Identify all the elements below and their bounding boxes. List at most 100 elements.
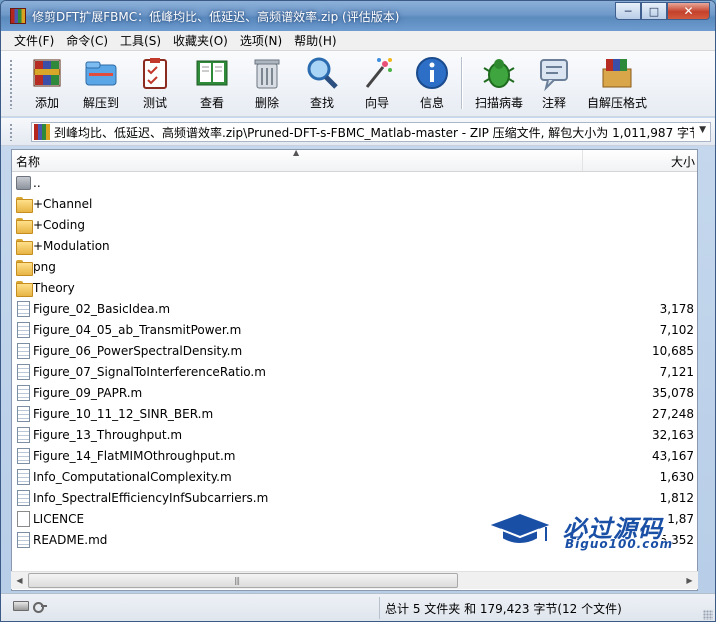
resize-grip[interactable]	[703, 610, 713, 620]
view-button[interactable]: 查看	[186, 55, 238, 113]
sort-ascending-icon: ▲	[293, 148, 300, 157]
file-name: Figure_04_05_ab_TransmitPower.m	[33, 323, 242, 337]
trash-icon	[249, 55, 285, 91]
file-name: Figure_02_BasicIdea.m	[33, 302, 171, 316]
text-file-icon	[17, 427, 30, 443]
status-summary: 总计 5 文件夹 和 179,423 字节(12 个文件)	[385, 602, 622, 616]
virus-scan-button[interactable]: 扫描病毒	[471, 55, 527, 113]
file-row[interactable]: Figure_09_PAPR.m 35,078	[12, 383, 697, 404]
file-row[interactable]: Figure_06_PowerSpectralDensity.m 10,685	[12, 341, 697, 362]
add-button[interactable]: 添加	[21, 55, 73, 113]
file-rows: .. +Channel +Coding +Modulation png Theory Fig…	[12, 173, 697, 551]
virus-scan-icon	[481, 55, 517, 91]
file-name: +Channel	[33, 197, 93, 211]
file-name: Info_SpectralEfficiencyInfSubcarriers.m	[33, 491, 269, 505]
file-size: 7,102	[659, 323, 694, 337]
status-bar: 总计 5 文件夹 和 179,423 字节(12 个文件)	[1, 593, 715, 621]
file-row[interactable]: Info_ComputationalComplexity.m 1,630	[12, 467, 697, 488]
menu-favorites[interactable]: 收藏夹(O)	[167, 32, 234, 49]
folder-icon	[16, 197, 33, 213]
toolbar-separator	[461, 57, 463, 109]
find-label: 查找	[309, 96, 334, 110]
file-row[interactable]: +Modulation	[12, 236, 697, 257]
extract-to-label: 解压到	[82, 96, 119, 110]
file-row[interactable]: Figure_13_Throughput.m 32,163	[12, 425, 697, 446]
file-row[interactable]: +Channel	[12, 194, 697, 215]
scroll-thumb-grip: |||	[234, 576, 240, 585]
address-path: 刭峰均比、低延迟、高频谱效率.zip\Pruned-DFT-s-FBMC_Mat…	[54, 125, 694, 140]
key-icon[interactable]	[33, 601, 47, 613]
sfx-button[interactable]: 自解压格式	[585, 55, 649, 113]
folder-icon	[16, 239, 33, 255]
file-name: Figure_07_SignalToInterferenceRatio.m	[33, 365, 266, 379]
drive-icon[interactable]	[13, 601, 29, 611]
column-name-header[interactable]: 名称 ▲	[12, 148, 583, 171]
test-icon	[137, 55, 173, 91]
test-button[interactable]: 测试	[129, 55, 181, 113]
file-name: Figure_09_PAPR.m	[33, 386, 143, 400]
text-file-icon	[17, 469, 30, 485]
menu-help[interactable]: 帮助(H)	[288, 32, 342, 49]
test-label: 测试	[142, 96, 167, 110]
file-name: Theory	[33, 281, 75, 295]
text-file-icon	[17, 343, 30, 359]
wizard-button[interactable]: 向导	[351, 55, 403, 113]
file-row[interactable]: ..	[12, 173, 697, 194]
file-name: README.md	[33, 533, 108, 547]
horizontal-scrollbar[interactable]: ◀ ||| ▶	[11, 571, 698, 589]
scroll-left-icon[interactable]: ◀	[11, 572, 28, 589]
file-name: Figure_14_FlatMIMOthroughput.m	[33, 449, 236, 463]
file-name: Figure_13_Throughput.m	[33, 428, 183, 442]
menu-tools[interactable]: 工具(S)	[114, 32, 167, 49]
file-row[interactable]: Figure_07_SignalToInterferenceRatio.m 7,1…	[12, 362, 697, 383]
file-row[interactable]: Figure_04_05_ab_TransmitPower.m 7,102	[12, 320, 697, 341]
wizard-label: 向导	[364, 96, 389, 110]
menu-file[interactable]: 文件(F)	[8, 32, 60, 49]
comment-button[interactable]: 注释	[528, 55, 580, 113]
address-dropdown-icon[interactable]: ▼	[699, 125, 706, 135]
minimize-button[interactable]: ─	[615, 2, 641, 20]
extract-to-button[interactable]: 解压到	[75, 55, 127, 113]
address-field[interactable]: 刭峰均比、低延迟、高频谱效率.zip\Pruned-DFT-s-FBMC_Mat…	[31, 122, 711, 142]
title-bar[interactable]: 修剪DFT扩展FBMC：低峰均比、低延迟、高频谱效率.zip (评估版本) ─ …	[1, 1, 715, 31]
folder-icon	[16, 281, 33, 297]
file-row[interactable]: Theory	[12, 278, 697, 299]
file-size: 3,178	[659, 302, 694, 316]
file-size: 7,121	[659, 365, 694, 379]
file-row[interactable]: png	[12, 257, 697, 278]
menu-commands[interactable]: 命令(C)	[60, 32, 114, 49]
scroll-right-icon[interactable]: ▶	[681, 572, 698, 589]
address-grip[interactable]	[9, 123, 13, 141]
file-row[interactable]: Figure_02_BasicIdea.m 3,178	[12, 299, 697, 320]
file-size: 27,248	[652, 407, 694, 421]
delete-button[interactable]: 删除	[241, 55, 293, 113]
close-button[interactable]: ✕	[667, 2, 710, 20]
file-row[interactable]: +Coding	[12, 215, 697, 236]
wizard-wand-icon	[359, 55, 395, 91]
status-icons	[13, 601, 47, 613]
maximize-button[interactable]: □	[641, 2, 667, 20]
find-button[interactable]: 查找	[296, 55, 348, 113]
file-row[interactable]: Figure_14_FlatMIMOthroughput.m 43,167	[12, 446, 697, 467]
info-label: 信息	[419, 96, 444, 110]
info-button[interactable]: 信息	[406, 55, 458, 113]
file-name: +Coding	[33, 218, 85, 232]
toolbar-grip[interactable]	[9, 59, 13, 109]
file-name: ..	[33, 176, 41, 190]
folder-icon	[16, 260, 33, 276]
virus-scan-label: 扫描病毒	[474, 96, 523, 110]
watermark: 必过源码 Biguo100.com	[481, 501, 701, 561]
magnifier-icon	[304, 55, 340, 91]
file-row[interactable]: Figure_10_11_12_SINR_BER.m 27,248	[12, 404, 697, 425]
winrar-app-icon[interactable]	[10, 8, 26, 24]
text-file-icon	[17, 385, 30, 401]
menu-options[interactable]: 选项(N)	[234, 32, 288, 49]
scroll-thumb[interactable]: |||	[28, 573, 458, 588]
add-archive-icon	[29, 55, 65, 91]
comment-label: 注释	[541, 96, 566, 110]
comment-icon	[536, 55, 572, 92]
column-size-header[interactable]: 大小	[584, 150, 698, 171]
view-label: 查看	[199, 96, 224, 110]
info-icon	[414, 55, 450, 91]
file-name: Figure_06_PowerSpectralDensity.m	[33, 344, 243, 358]
